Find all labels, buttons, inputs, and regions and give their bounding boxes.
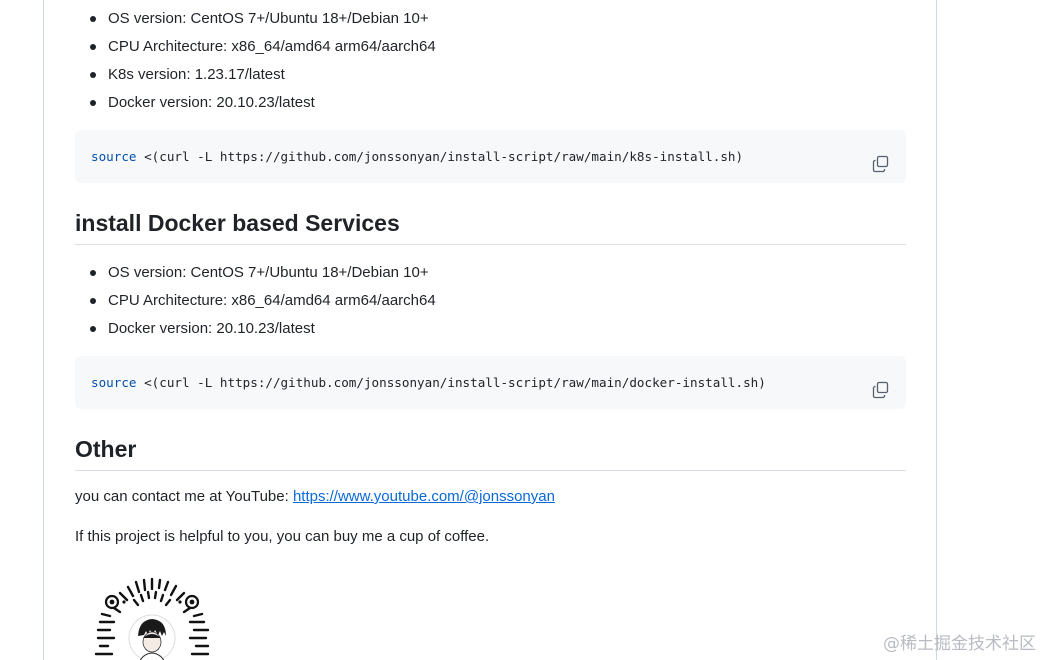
list-item: K8s version: 1.23.17/latest bbox=[75, 61, 906, 89]
list-item: OS version: CentOS 7+/Ubuntu 18+/Debian … bbox=[75, 259, 906, 287]
docker-section: install Docker based Services bbox=[75, 205, 906, 245]
code-command: <(curl -L https://github.com/jonssonyan/… bbox=[136, 149, 744, 164]
contact-paragraph: you can contact me at YouTube: https://w… bbox=[75, 488, 906, 505]
copy-button[interactable] bbox=[871, 143, 891, 173]
docker-code-block: source <(curl -L https://github.com/jons… bbox=[75, 356, 906, 409]
copy-icon bbox=[872, 381, 889, 399]
readme-page: OS version: CentOS 7+/Ubuntu 18+/Debian … bbox=[0, 0, 1042, 660]
copy-button[interactable] bbox=[871, 369, 891, 399]
code-command: <(curl -L https://github.com/jonssonyan/… bbox=[136, 375, 766, 390]
coffee-paragraph: If this project is helpful to you, you c… bbox=[75, 528, 490, 545]
copy-icon bbox=[872, 155, 889, 173]
docker-code-block-wrap: source <(curl -L https://github.com/jons… bbox=[75, 356, 906, 409]
list-item: OS version: CentOS 7+/Ubuntu 18+/Debian … bbox=[75, 5, 906, 33]
qr-code bbox=[88, 576, 216, 660]
section-heading: Other bbox=[75, 431, 906, 471]
code-keyword: source bbox=[91, 375, 137, 390]
watermark-text: @稀土掘金技术社区 bbox=[883, 634, 1036, 654]
coffee-line: If this project is helpful to you, you c… bbox=[75, 528, 906, 545]
youtube-link[interactable]: https://www.youtube.com/@jonssonyan bbox=[293, 488, 555, 505]
k8s-code-block: source <(curl -L https://github.com/jons… bbox=[75, 130, 906, 183]
docker-requirements-list: OS version: CentOS 7+/Ubuntu 18+/Debian … bbox=[75, 259, 906, 343]
k8s-requirements-list: OS version: CentOS 7+/Ubuntu 18+/Debian … bbox=[75, 5, 906, 117]
k8s-requirements: OS version: CentOS 7+/Ubuntu 18+/Debian … bbox=[75, 5, 906, 117]
list-item: CPU Architecture: x86_64/amd64 arm64/aar… bbox=[75, 287, 906, 315]
qr-code-image bbox=[94, 577, 210, 660]
k8s-code-block-wrap: source <(curl -L https://github.com/jons… bbox=[75, 130, 906, 183]
code-keyword: source bbox=[91, 149, 137, 164]
list-item: CPU Architecture: x86_64/amd64 arm64/aar… bbox=[75, 33, 906, 61]
docker-requirements: OS version: CentOS 7+/Ubuntu 18+/Debian … bbox=[75, 259, 906, 343]
contact-line: you can contact me at YouTube: https://w… bbox=[75, 488, 906, 505]
section-heading: install Docker based Services bbox=[75, 205, 906, 245]
list-item: Docker version: 20.10.23/latest bbox=[75, 315, 906, 343]
contact-text: you can contact me at YouTube: bbox=[75, 488, 293, 505]
other-section: Other bbox=[75, 431, 906, 471]
list-item: Docker version: 20.10.23/latest bbox=[75, 89, 906, 117]
